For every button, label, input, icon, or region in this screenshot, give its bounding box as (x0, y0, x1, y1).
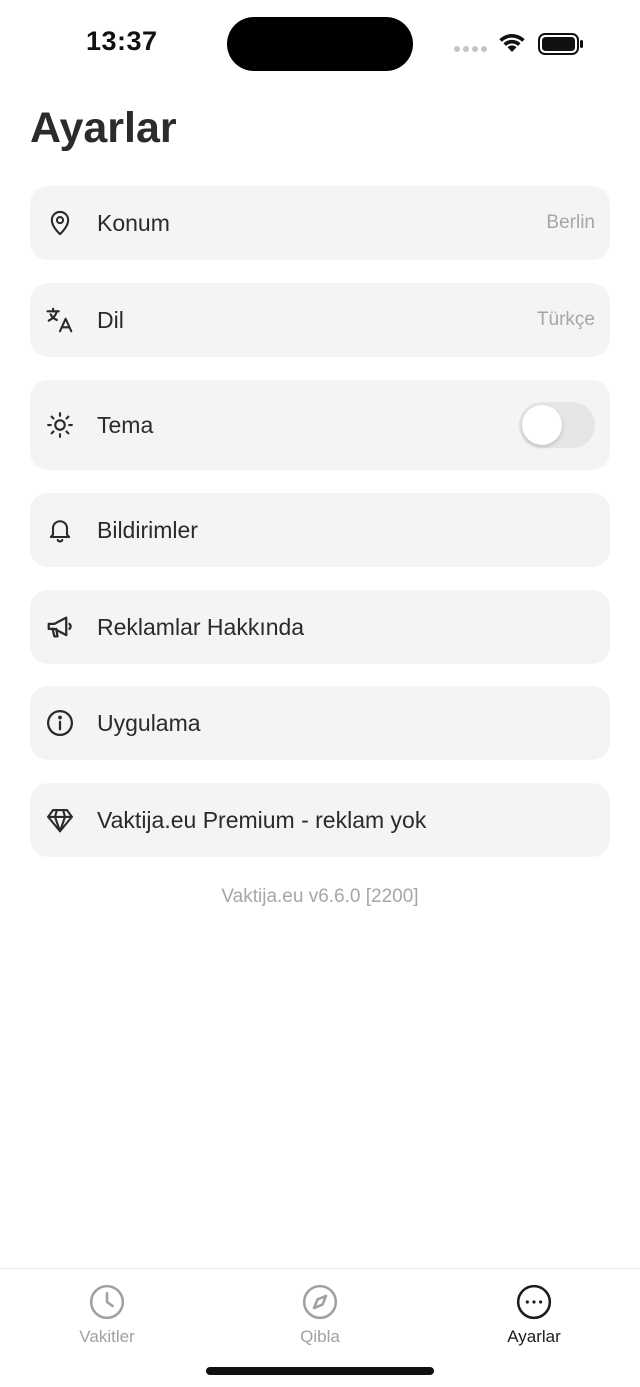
tab-qibla[interactable]: Qibla (240, 1283, 400, 1347)
settings-row-app[interactable]: Uygulama (30, 686, 610, 760)
location-pin-icon (44, 207, 76, 239)
more-icon (516, 1284, 552, 1320)
tab-label: Vakitler (79, 1327, 135, 1346)
tab-label: Qibla (300, 1327, 340, 1346)
clock-icon (89, 1284, 125, 1320)
tab-label: Ayarlar (507, 1327, 561, 1346)
settings-screen: 13:37 Ayarlar Konum Berlin Dil Türkçe Te… (0, 0, 640, 1387)
settings-row-notifications[interactable]: Bildirimler (30, 493, 610, 567)
megaphone-icon (44, 611, 76, 643)
app-version: Vaktija.eu v6.6.0 [2200] (221, 886, 419, 907)
settings-row-label: Dil (97, 306, 124, 333)
theme-toggle[interactable] (519, 402, 595, 448)
settings-row-label: Konum (97, 209, 170, 236)
compass-icon (302, 1284, 338, 1320)
settings-row-location[interactable]: Konum Berlin (30, 186, 610, 260)
dynamic-island (227, 17, 413, 71)
status-time: 13:37 (86, 26, 158, 56)
translate-icon (44, 304, 76, 336)
settings-row-label: Vaktija.eu Premium - reklam yok (97, 806, 427, 833)
bell-icon (44, 514, 76, 546)
settings-row-label: Tema (97, 411, 154, 438)
settings-row-value: Türkçe (536, 309, 595, 330)
page-title: Ayarlar (30, 104, 177, 152)
toggle-knob (522, 405, 562, 445)
settings-row-language[interactable]: Dil Türkçe (30, 283, 610, 357)
battery-icon (538, 33, 583, 55)
status-bar: 13:37 (0, 0, 640, 88)
settings-row-theme: Tema (30, 380, 610, 470)
sun-icon (44, 409, 76, 441)
settings-row-label: Uygulama (97, 709, 201, 736)
settings-row-premium[interactable]: Vaktija.eu Premium - reklam yok (30, 783, 610, 857)
diamond-icon (44, 804, 76, 836)
wifi-icon (499, 33, 525, 52)
settings-row-label: Bildirimler (97, 516, 198, 543)
settings-row-value: Berlin (546, 212, 595, 233)
tab-ayarlar[interactable]: Ayarlar (454, 1283, 614, 1347)
info-icon (44, 707, 76, 739)
tab-vakitler[interactable]: Vakitler (27, 1283, 187, 1347)
settings-row-ads[interactable]: Reklamlar Hakkında (30, 590, 610, 664)
cellular-signal-icon (454, 46, 487, 52)
settings-row-label: Reklamlar Hakkında (97, 613, 305, 640)
home-indicator[interactable] (206, 1367, 434, 1375)
